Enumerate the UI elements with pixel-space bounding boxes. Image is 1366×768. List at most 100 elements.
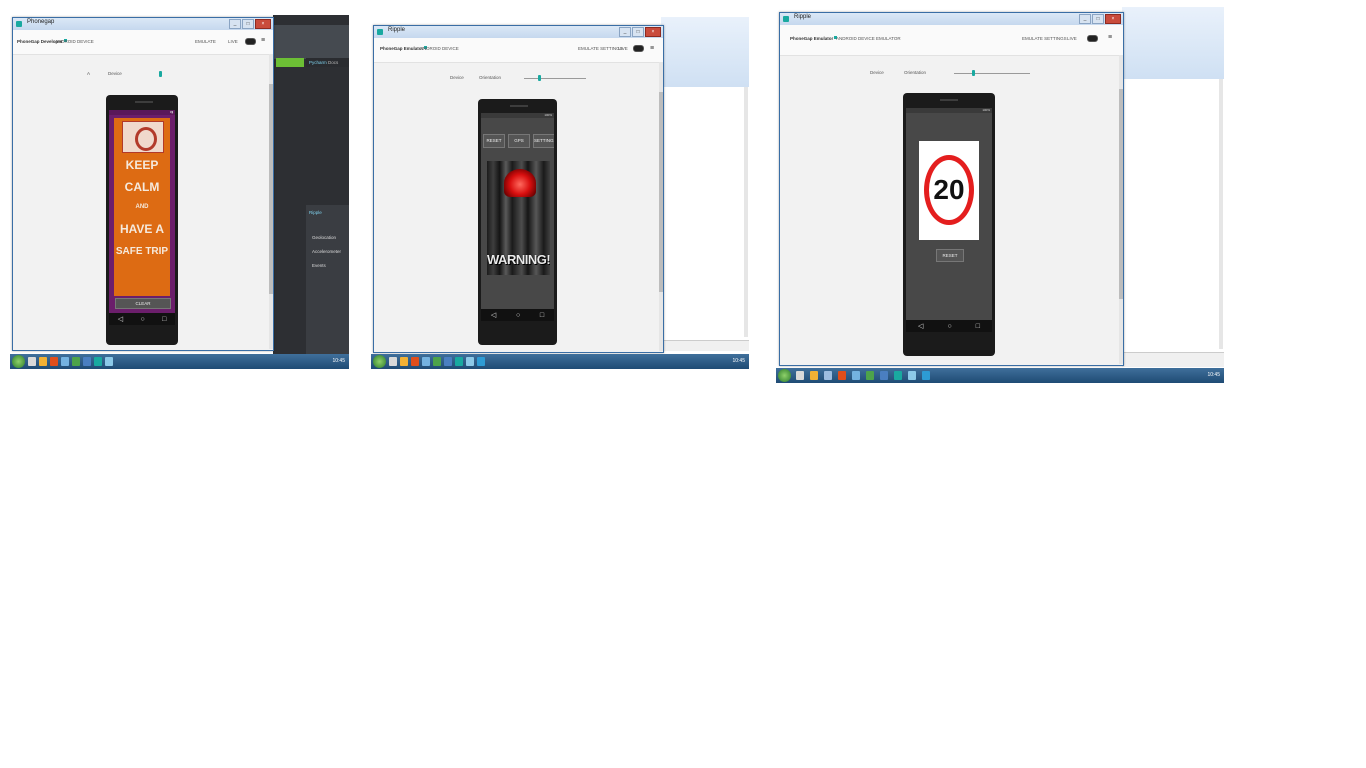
taskbar-app-icon[interactable] xyxy=(852,371,860,380)
recents-icon[interactable]: □ xyxy=(540,312,544,319)
system-tray-clock[interactable]: 10:45 xyxy=(1207,372,1220,378)
device-tab[interactable]: ANDROID DEVICE EMULATOR xyxy=(836,36,901,41)
close-icon[interactable]: × xyxy=(645,27,661,37)
taskbar-app-icon[interactable] xyxy=(61,357,69,366)
back-icon[interactable]: ◁ xyxy=(491,311,496,319)
scroll-thumb[interactable] xyxy=(659,92,663,292)
maximize-icon[interactable]: □ xyxy=(1092,14,1104,24)
ide-section-ripple[interactable]: Ripple xyxy=(309,210,322,215)
live-toggle[interactable] xyxy=(633,45,644,52)
back-icon[interactable]: ◁ xyxy=(118,315,123,323)
taskbar-app-icon[interactable] xyxy=(400,357,408,366)
zoom-slider-track[interactable] xyxy=(954,73,1030,74)
taskbar: 10:45 xyxy=(10,354,349,369)
home-icon[interactable]: ○ xyxy=(947,323,951,330)
orientation-selector[interactable]: Orientation xyxy=(904,70,926,75)
phone-nav-bar: ◁ ○ □ xyxy=(481,309,554,321)
live-label: LIVE xyxy=(618,46,628,51)
ide-tab-pycharm[interactable]: Pycharm xyxy=(309,60,327,65)
live-toggle[interactable] xyxy=(1087,35,1098,42)
emulate-settings-label[interactable]: EMULATE SETTINGS xyxy=(1022,36,1067,41)
orientation-selector[interactable]: Orientation xyxy=(479,75,501,80)
background-ribbon xyxy=(1122,7,1224,79)
start-button-icon[interactable] xyxy=(12,355,25,368)
app-toolbar: PhoneGap Emulator ANDROID DEVICE EMULATO… xyxy=(780,25,1123,56)
taskbar-app-icon[interactable] xyxy=(477,357,485,366)
taskbar-app-icon[interactable] xyxy=(422,357,430,366)
reset-button[interactable]: RESET xyxy=(936,249,964,262)
taskbar-app-icon[interactable] xyxy=(838,371,846,380)
system-tray-clock[interactable]: 10:45 xyxy=(332,358,345,364)
reset-button[interactable]: RESET xyxy=(483,134,505,148)
taskbar-app-icon[interactable] xyxy=(455,357,463,366)
taskbar-app-icon[interactable] xyxy=(94,357,102,366)
recents-icon[interactable]: □ xyxy=(976,323,980,330)
recents-icon[interactable]: □ xyxy=(162,316,166,323)
maximize-icon[interactable]: □ xyxy=(632,27,644,37)
minimize-icon[interactable]: _ xyxy=(229,19,241,29)
zoom-slider-knob[interactable] xyxy=(972,70,975,76)
ide-green-tab[interactable] xyxy=(276,58,304,67)
vertical-scrollbar[interactable] xyxy=(269,54,273,349)
start-button-icon[interactable] xyxy=(373,355,386,368)
background-scrollbar[interactable] xyxy=(1219,79,1223,349)
gps-button[interactable]: GPS xyxy=(508,134,530,148)
minimize-icon[interactable]: _ xyxy=(619,27,631,37)
home-icon[interactable]: ○ xyxy=(140,316,144,323)
taskbar-app-icon[interactable] xyxy=(433,357,441,366)
zoom-slider-knob[interactable] xyxy=(538,75,541,81)
taskbar-app-icon[interactable] xyxy=(50,357,58,366)
minimize-icon[interactable]: _ xyxy=(1079,14,1091,24)
vertical-scrollbar[interactable] xyxy=(659,62,663,351)
taskbar-app-icon[interactable] xyxy=(83,357,91,366)
device-selector[interactable]: A xyxy=(87,71,90,76)
taskbar-app-icon[interactable] xyxy=(72,357,80,366)
taskbar-app-icon[interactable] xyxy=(796,371,804,380)
vertical-scrollbar[interactable] xyxy=(1119,55,1123,364)
settings-button[interactable]: SETTINGS xyxy=(533,134,554,148)
emulate-settings-label[interactable]: EMULATE SETTINGS xyxy=(578,46,623,51)
scroll-thumb[interactable] xyxy=(1119,89,1123,299)
taskbar-app-icon[interactable] xyxy=(824,371,832,380)
taskbar-app-icon[interactable] xyxy=(908,371,916,380)
zoom-slider-knob[interactable] xyxy=(159,71,162,77)
taskbar-app-icon[interactable] xyxy=(105,357,113,366)
phone-screen: 100% 20 RESET xyxy=(906,108,992,320)
home-icon[interactable]: ○ xyxy=(516,312,520,319)
ide-item-events[interactable]: Events xyxy=(312,263,326,268)
emulate-label[interactable]: EMULATE xyxy=(195,39,216,44)
ide-item-accelerometer[interactable]: Accelerometer xyxy=(312,249,341,254)
device-selector[interactable]: Device xyxy=(870,70,884,75)
device-selector[interactable]: Device xyxy=(450,75,464,80)
clear-button[interactable]: CLEAR xyxy=(115,298,171,309)
taskbar-app-icon[interactable] xyxy=(28,357,36,366)
zoom-slider-track[interactable] xyxy=(524,78,586,79)
hamburger-menu-icon[interactable]: ≡ xyxy=(650,45,654,52)
start-button-icon[interactable] xyxy=(778,369,791,382)
taskbar-app-icon[interactable] xyxy=(866,371,874,380)
taskbar-app-icon[interactable] xyxy=(894,371,902,380)
maximize-icon[interactable]: □ xyxy=(242,19,254,29)
device-tab[interactable]: ANDROID DEVICE xyxy=(55,39,94,44)
taskbar-app-icon[interactable] xyxy=(466,357,474,366)
taskbar-app-icon[interactable] xyxy=(411,357,419,366)
orientation-selector[interactable]: Device xyxy=(108,71,122,76)
background-scrollbar[interactable] xyxy=(744,87,748,337)
taskbar-app-icon[interactable] xyxy=(444,357,452,366)
device-tab[interactable]: ANDROID DEVICE xyxy=(420,46,459,51)
close-icon[interactable]: × xyxy=(1105,14,1121,24)
ide-item-geolocation[interactable]: Geolocation xyxy=(312,235,336,240)
taskbar-app-icon[interactable] xyxy=(39,357,47,366)
scroll-thumb[interactable] xyxy=(269,84,273,294)
back-icon[interactable]: ◁ xyxy=(918,322,923,330)
close-icon[interactable]: × xyxy=(255,19,271,29)
taskbar-app-icon[interactable] xyxy=(922,371,930,380)
hamburger-menu-icon[interactable]: ≡ xyxy=(1108,34,1112,41)
ide-tab-docs[interactable]: Docs xyxy=(328,60,338,65)
taskbar-app-icon[interactable] xyxy=(880,371,888,380)
hamburger-menu-icon[interactable]: ≡ xyxy=(261,37,265,44)
system-tray-clock[interactable]: 10:45 xyxy=(732,358,745,364)
taskbar-app-icon[interactable] xyxy=(389,357,397,366)
taskbar-app-icon[interactable] xyxy=(810,371,818,380)
live-toggle[interactable] xyxy=(245,38,256,45)
